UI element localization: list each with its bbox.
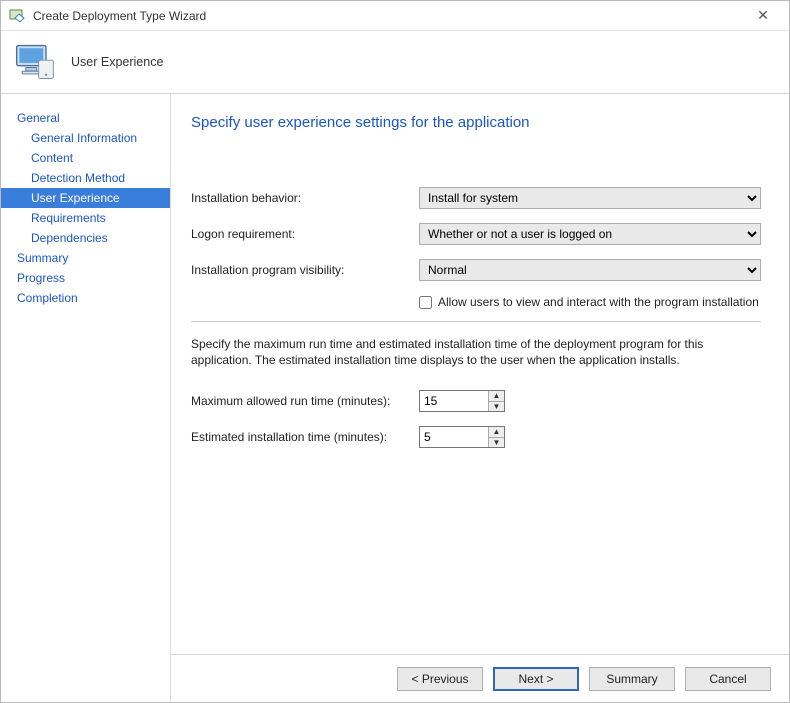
label-allow-interact[interactable]: Allow users to view and interact with th…	[438, 295, 759, 309]
monitor-icon	[13, 40, 57, 84]
footer: < Previous Next > Summary Cancel	[171, 654, 789, 702]
sidebar-item-detection-method[interactable]: Detection Method	[1, 168, 170, 188]
sidebar-item-summary[interactable]: Summary	[1, 248, 170, 268]
sidebar-item-user-experience[interactable]: User Experience	[1, 188, 170, 208]
spinner-max-runtime[interactable]: ▲ ▼	[419, 390, 505, 412]
input-est-install[interactable]	[420, 427, 488, 447]
app-icon	[9, 8, 25, 24]
label-est-install: Estimated installation time (minutes):	[191, 430, 419, 444]
label-install-visibility: Installation program visibility:	[191, 263, 419, 277]
cancel-button[interactable]: Cancel	[685, 667, 771, 691]
sidebar-item-general-information[interactable]: General Information	[1, 128, 170, 148]
spin-up-icon[interactable]: ▲	[489, 391, 504, 402]
spin-down-icon[interactable]: ▼	[489, 438, 504, 448]
content-area: Specify user experience settings for the…	[171, 94, 789, 702]
label-install-behavior: Installation behavior:	[191, 191, 419, 205]
spin-down-icon[interactable]: ▼	[489, 402, 504, 412]
summary-button[interactable]: Summary	[589, 667, 675, 691]
select-install-visibility[interactable]: Normal	[419, 259, 761, 281]
checkbox-allow-interact[interactable]	[419, 296, 432, 309]
close-icon[interactable]: ✕	[745, 7, 781, 24]
sidebar-item-general[interactable]: General	[1, 108, 170, 128]
spin-up-icon[interactable]: ▲	[489, 427, 504, 438]
separator	[191, 321, 761, 322]
sidebar-item-dependencies[interactable]: Dependencies	[1, 228, 170, 248]
label-logon-requirement: Logon requirement:	[191, 227, 419, 241]
previous-button[interactable]: < Previous	[397, 667, 483, 691]
spinner-est-install[interactable]: ▲ ▼	[419, 426, 505, 448]
select-install-behavior[interactable]: Install for system	[419, 187, 761, 209]
window-title: Create Deployment Type Wizard	[33, 9, 745, 23]
titlebar: Create Deployment Type Wizard ✕	[1, 1, 789, 31]
wizard-body: GeneralGeneral InformationContentDetecti…	[1, 94, 789, 702]
input-max-runtime[interactable]	[420, 391, 488, 411]
next-button[interactable]: Next >	[493, 667, 579, 691]
sidebar-item-completion[interactable]: Completion	[1, 288, 170, 308]
description-text: Specify the maximum run time and estimat…	[191, 336, 761, 368]
select-logon-requirement[interactable]: Whether or not a user is logged on	[419, 223, 761, 245]
sidebar: GeneralGeneral InformationContentDetecti…	[1, 94, 171, 702]
sidebar-item-content[interactable]: Content	[1, 148, 170, 168]
page-title: User Experience	[71, 55, 163, 69]
content-heading: Specify user experience settings for the…	[191, 114, 761, 131]
sidebar-item-requirements[interactable]: Requirements	[1, 208, 170, 228]
sidebar-item-progress[interactable]: Progress	[1, 268, 170, 288]
wizard-window: Create Deployment Type Wizard ✕ User Exp…	[0, 0, 790, 703]
label-max-runtime: Maximum allowed run time (minutes):	[191, 394, 419, 408]
wizard-header: User Experience	[1, 31, 789, 94]
